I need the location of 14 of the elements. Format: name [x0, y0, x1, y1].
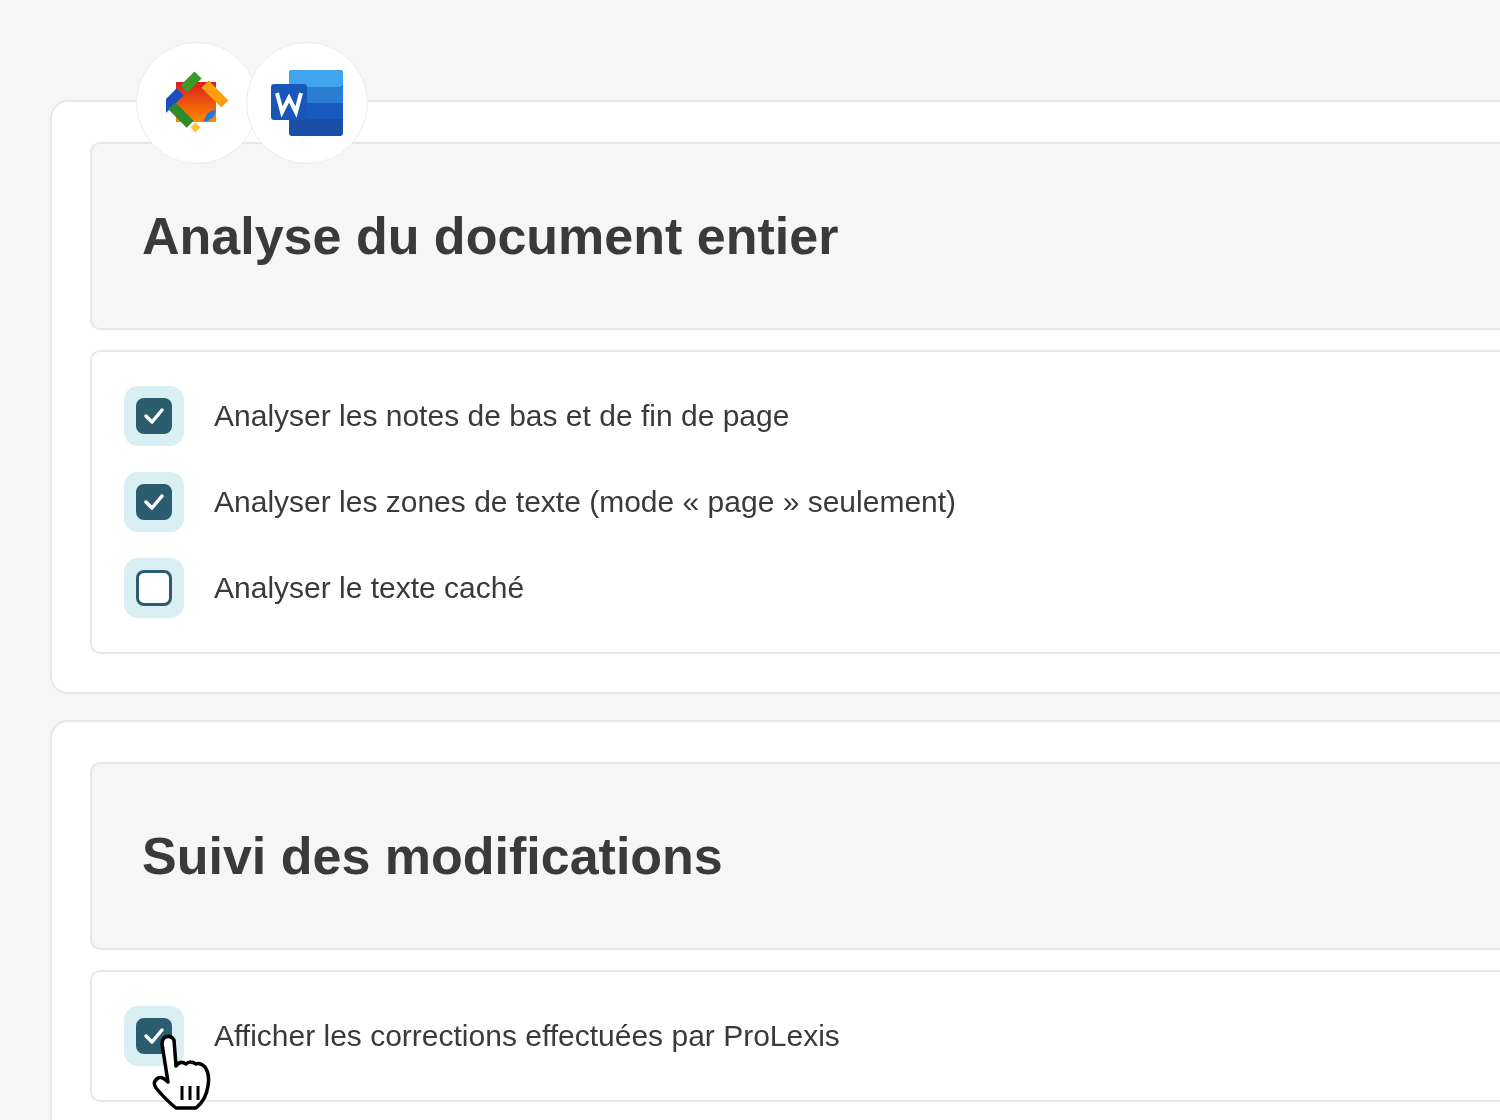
option-label: Afficher les corrections effectuées par ProLexis	[214, 1019, 840, 1053]
checkbox[interactable]	[124, 558, 184, 618]
document-logo-icon	[271, 70, 343, 136]
colorful-squares-logo-icon	[166, 72, 228, 134]
checkbox[interactable]	[124, 472, 184, 532]
check-icon	[143, 407, 165, 425]
section-title: Suivi des modifications	[142, 826, 723, 886]
check-icon	[143, 1027, 165, 1045]
checkbox[interactable]	[124, 386, 184, 446]
option-label: Analyser les notes de bas et de fin de page	[214, 399, 790, 433]
option-label: Analyser le texte caché	[214, 571, 525, 605]
section-title: Analyse du document entier	[142, 206, 839, 266]
option-label: Analyser les zones de texte (mode « page » seulement)	[214, 485, 957, 519]
check-icon	[143, 493, 165, 511]
